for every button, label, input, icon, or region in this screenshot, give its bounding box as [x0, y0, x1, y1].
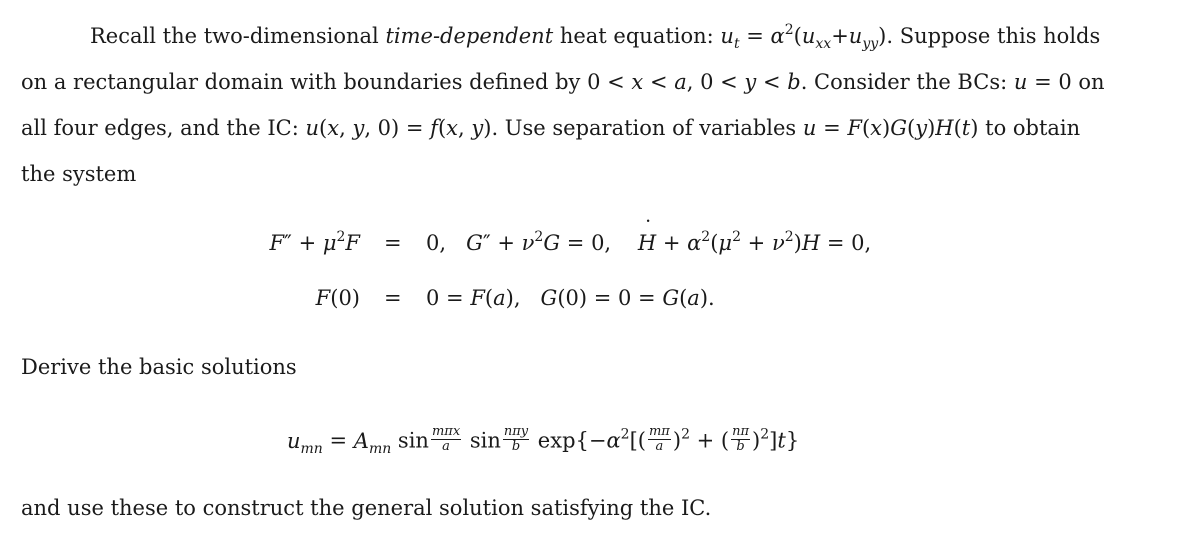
- equals-sign: =: [384, 231, 402, 255]
- text: on: [1071, 70, 1105, 94]
- basic-solution-equation: umn = Amn sin mπx a sin nπy b exp{−α2[(mπ a)2…: [287, 424, 800, 457]
- system-rhs-1: 0, G″ + ν2G = 0, H + α2(μ2 + ν2)H = 0,: [426, 219, 871, 254]
- construct-text: and use these to construct the general s…: [21, 496, 712, 520]
- text: on a rectangular domain with boundaries …: [21, 70, 588, 94]
- system-rhs-2: 0 = F(a), G(0) = 0 = G(a).: [426, 286, 715, 310]
- system-lhs-1: F″ + μ2F: [269, 229, 360, 255]
- bc-math: u = 0: [1013, 70, 1072, 94]
- text-line-2: on a rectangular domain with boundaries …: [21, 72, 1105, 93]
- text-line-4: the system: [21, 162, 137, 186]
- system-lhs-2: F(0): [315, 286, 360, 310]
- text-line-1: Recall the two-dimensional time-dependen…: [90, 22, 1101, 52]
- domain-math: 0 < x < a, 0 < y < b: [587, 70, 801, 94]
- derive-text: Derive the basic solutions: [21, 355, 297, 379]
- ic-math: u(x, y, 0) = f(x, y): [305, 116, 492, 140]
- text: Recall the two-dimensional: [90, 24, 386, 48]
- heat-equation-math: ut = α2(uxx+uyy): [720, 22, 887, 52]
- text: . Use separation of variables: [491, 116, 803, 140]
- text: . Consider the BCs:: [800, 70, 1014, 94]
- text: heat equation:: [553, 24, 721, 48]
- equals-sign: =: [384, 286, 402, 310]
- text-line-3: all four edges, and the IC: u(x, y, 0) =…: [21, 118, 1080, 139]
- text: to obtain: [978, 116, 1081, 140]
- emphasis-text: time-dependent: [385, 24, 554, 48]
- separation-math: u = F(x)G(y)H(t): [802, 116, 979, 140]
- text: all four edges, and the IC:: [21, 116, 306, 140]
- text: . Suppose this holds: [886, 24, 1101, 48]
